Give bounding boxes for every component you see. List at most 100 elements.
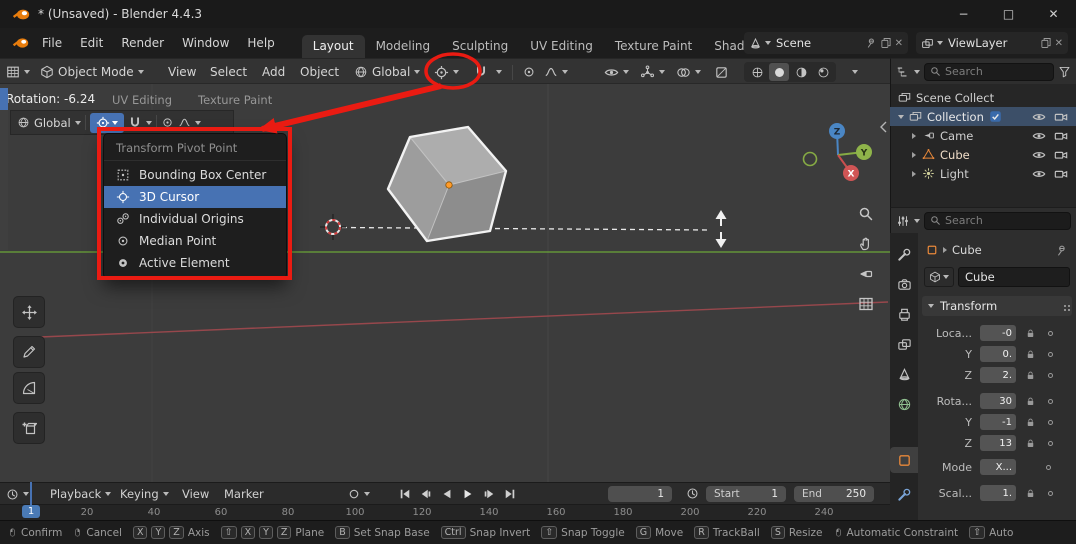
viewlayer-selector[interactable]: ViewLayer ✕ [916, 32, 1068, 54]
menu-file[interactable]: File [33, 36, 71, 50]
frame-end-field[interactable]: End 250 [794, 486, 874, 502]
properties-search-input[interactable] [945, 214, 1035, 227]
outliner-search[interactable] [924, 63, 1054, 81]
workspace-tab-uv-editing[interactable]: UV Editing [519, 35, 604, 58]
rotation-x-field[interactable]: 30 [980, 393, 1016, 409]
current-frame-field[interactable]: 1 [608, 486, 672, 502]
menu-playback[interactable]: Playback [50, 483, 111, 505]
shading-material-button[interactable] [791, 63, 811, 81]
camera-visibility-icon[interactable] [1054, 148, 1068, 162]
filter-icon[interactable] [1058, 65, 1071, 78]
tool-transform-button[interactable] [13, 296, 45, 328]
frame-start-field[interactable]: Start 1 [706, 486, 786, 502]
scene-selector[interactable]: Scene ✕ [744, 32, 908, 54]
play-button[interactable] [459, 486, 477, 502]
menu-window[interactable]: Window [173, 36, 238, 50]
pin-icon[interactable] [865, 37, 877, 49]
chevron-down-icon[interactable] [914, 70, 920, 74]
chevron-down-icon[interactable] [146, 121, 152, 125]
tab-viewlayer-properties[interactable] [890, 331, 918, 357]
tool-measure-button[interactable] [13, 372, 45, 404]
shading-wireframe-button[interactable] [747, 63, 767, 81]
tab-render-properties[interactable] [890, 271, 918, 297]
outliner-row-camera[interactable]: Came [890, 126, 1076, 145]
outliner-row-light[interactable]: Light [890, 164, 1076, 183]
chevron-down-icon[interactable] [898, 115, 904, 119]
orientation-label[interactable]: Global [34, 116, 71, 130]
previous-keyframe-button[interactable] [417, 486, 435, 502]
gizmos-dropdown[interactable] [640, 59, 665, 85]
pan-hand-button[interactable] [861, 238, 869, 249]
location-z-field[interactable]: 2. [980, 367, 1016, 383]
menu-object[interactable]: Object [300, 59, 339, 85]
panel-collapse-chevron[interactable] [881, 122, 886, 132]
outliner-search-input[interactable] [945, 65, 999, 78]
animate-dot-icon[interactable] [1048, 491, 1053, 496]
pivot-point-dropdown-active[interactable] [90, 113, 124, 133]
tab-tool-properties[interactable] [890, 241, 918, 267]
rotation-mode-dropdown[interactable]: X... [980, 459, 1016, 475]
animate-dot-icon[interactable] [1046, 465, 1051, 470]
pivot-point-dropdown[interactable] [434, 59, 459, 85]
lock-icon[interactable] [1025, 488, 1036, 499]
mode-dropdown[interactable]: Object Mode [40, 59, 144, 85]
close-button[interactable]: ✕ [1031, 0, 1076, 28]
eye-icon[interactable] [1032, 110, 1046, 124]
outliner-row-collection[interactable]: Collection [890, 107, 1076, 126]
animate-dot-icon[interactable] [1048, 441, 1053, 446]
tab-modifier-properties[interactable] [890, 481, 918, 507]
zoom-button[interactable] [861, 209, 872, 220]
navigation-gizmo[interactable]: Z Y X [804, 123, 873, 181]
menu-item-3d-cursor[interactable]: 3D Cursor [104, 186, 286, 208]
lock-icon[interactable] [1025, 438, 1036, 449]
new-viewlayer-icon[interactable] [1040, 37, 1052, 49]
properties-search[interactable] [924, 212, 1071, 230]
scene-cube[interactable] [388, 127, 506, 241]
tab-scene-properties[interactable] [890, 361, 918, 387]
chevron-right-icon[interactable] [912, 152, 916, 158]
timeline-ruler[interactable]: 20 40 60 80 100 120 140 160 180 200 220 … [0, 504, 890, 520]
object-id-dropdown[interactable] [924, 267, 954, 287]
shading-rendered-button[interactable] [813, 63, 833, 81]
tool-annotate-button[interactable] [13, 336, 45, 368]
jump-to-end-button[interactable] [501, 486, 519, 502]
menu-add[interactable]: Add [262, 59, 285, 85]
playhead-marker[interactable]: 1 [22, 505, 40, 518]
tab-output-properties[interactable] [890, 301, 918, 327]
snap-dropdown[interactable] [496, 59, 502, 85]
play-reverse-button[interactable] [438, 486, 456, 502]
animate-dot-icon[interactable] [1048, 373, 1053, 378]
proportional-editing-button[interactable] [522, 59, 536, 85]
pin-icon[interactable] [1055, 244, 1068, 257]
tab-world-properties[interactable] [890, 391, 918, 417]
remove-viewlayer-icon[interactable]: ✕ [1055, 38, 1063, 49]
playhead-line[interactable] [30, 482, 32, 506]
location-x-field[interactable]: -0 [980, 325, 1016, 341]
lock-icon[interactable] [1025, 417, 1036, 428]
camera-visibility-icon[interactable] [1054, 167, 1068, 181]
menu-select[interactable]: Select [210, 59, 247, 85]
menu-item-bounding-box-center[interactable]: Bounding Box Center [104, 164, 286, 186]
rotation-z-field[interactable]: 13 [980, 435, 1016, 451]
lock-icon[interactable] [1025, 328, 1036, 339]
workspace-tab-texture-paint[interactable]: Texture Paint [604, 35, 703, 58]
camera-view-button[interactable] [861, 271, 872, 277]
object-name-field[interactable]: Cube [958, 267, 1070, 287]
chevron-right-icon[interactable] [912, 171, 916, 177]
editor-type-button[interactable] [6, 59, 30, 85]
eye-icon[interactable] [1032, 148, 1046, 162]
timeline-editor-button[interactable] [6, 483, 29, 505]
rotation-y-field[interactable]: -1 [980, 414, 1016, 430]
animate-dot-icon[interactable] [1048, 420, 1053, 425]
jump-to-start-button[interactable] [396, 486, 414, 502]
toggle-xray-button[interactable] [714, 59, 729, 85]
lock-icon[interactable] [1025, 370, 1036, 381]
lock-icon[interactable] [1025, 396, 1036, 407]
maximize-button[interactable]: □ [986, 0, 1031, 28]
clock-icon[interactable] [686, 487, 699, 500]
animate-dot-icon[interactable] [1048, 399, 1053, 404]
gizmo-axis-neg-y[interactable] [804, 153, 817, 166]
menu-help[interactable]: Help [238, 36, 283, 50]
camera-visibility-icon[interactable] [1054, 110, 1068, 124]
shading-dropdown[interactable] [852, 59, 858, 85]
